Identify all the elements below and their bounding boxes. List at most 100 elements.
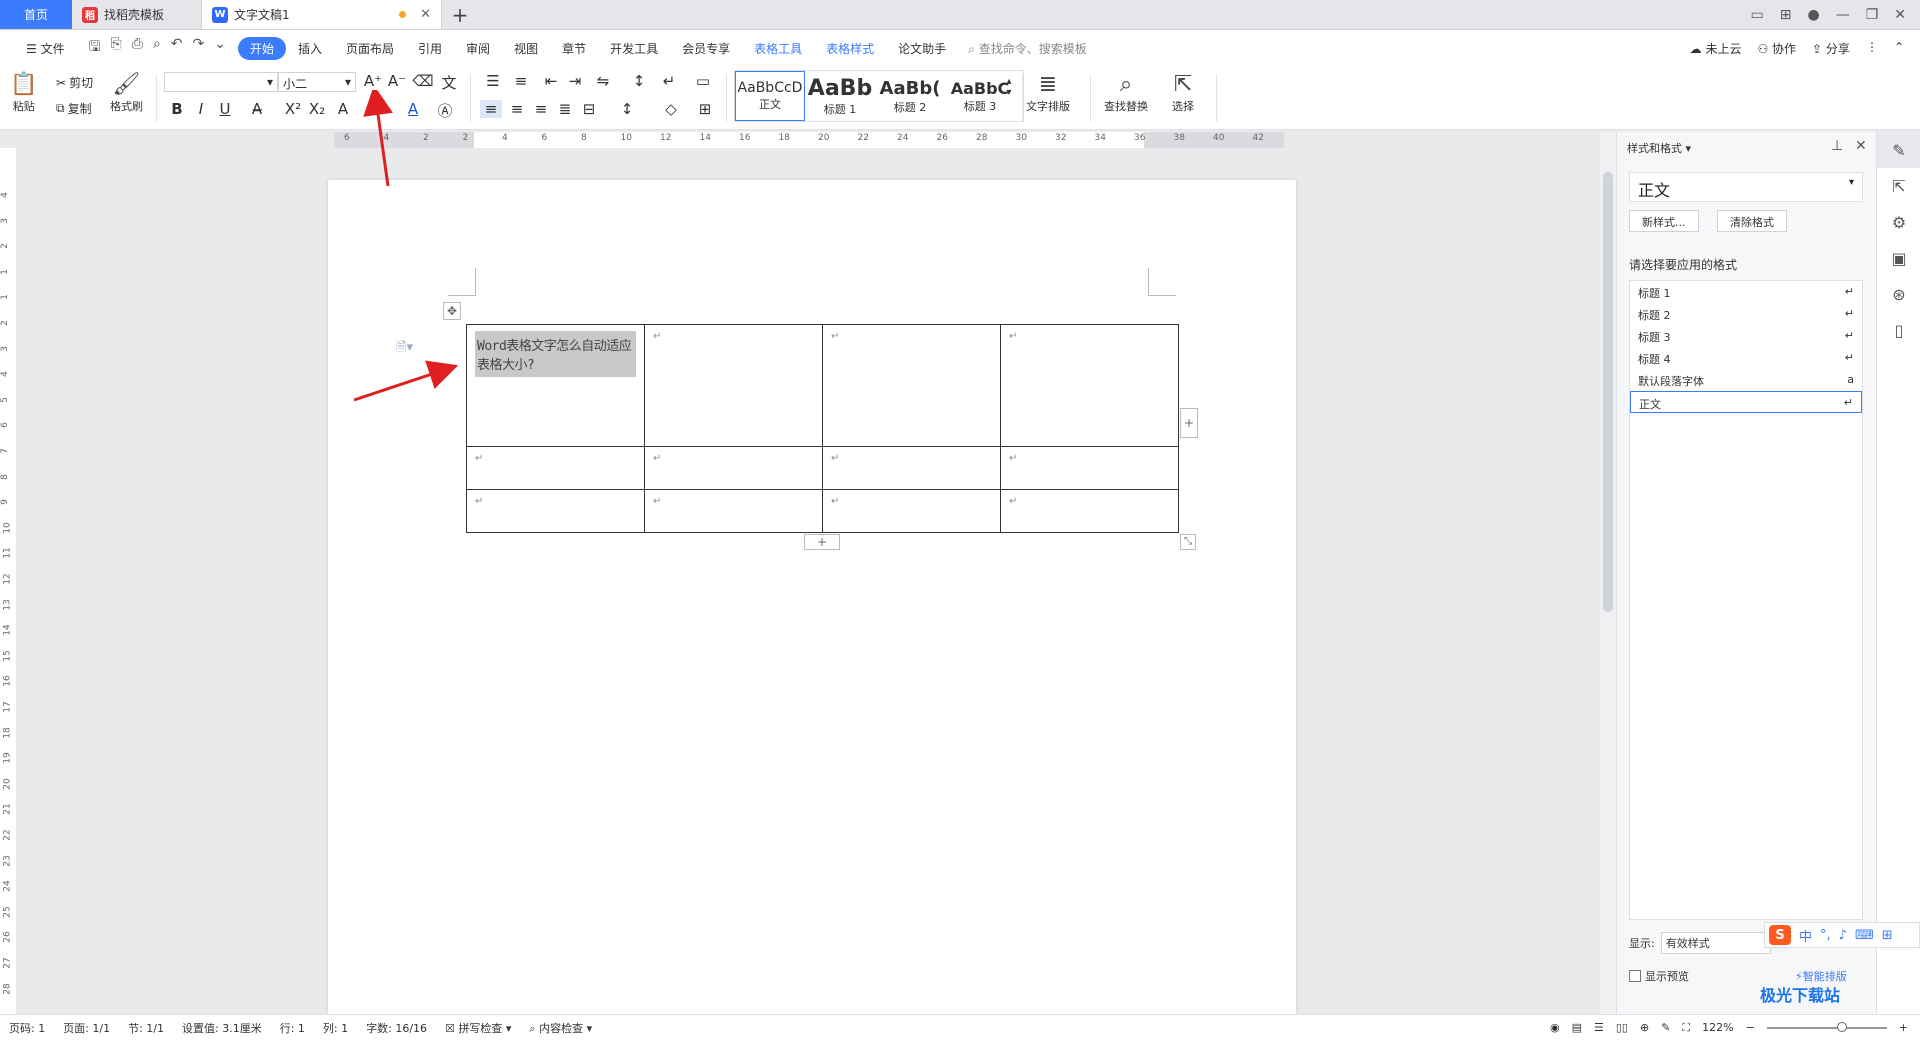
tab-home[interactable]: 首页: [0, 0, 72, 29]
apps-icon[interactable]: ⊞: [1882, 928, 1893, 943]
zoom-level[interactable]: 122%: [1702, 1021, 1733, 1034]
table-move-handle[interactable]: ✥: [443, 302, 461, 320]
pin-icon[interactable]: ⊥: [1831, 138, 1843, 154]
phonetic-icon[interactable]: 文: [438, 72, 460, 93]
shading-icon[interactable]: ◇: [660, 100, 682, 118]
page-view-icon[interactable]: ▤: [1572, 1021, 1582, 1034]
more-icon[interactable]: ⌄: [214, 36, 226, 60]
sort-icon[interactable]: ↕: [628, 72, 650, 90]
menu-references[interactable]: 引用: [406, 40, 454, 57]
list-item[interactable]: 标题 1 ↵: [1630, 281, 1862, 303]
status-page[interactable]: 页码: 1: [0, 1020, 54, 1036]
strikethrough-icon[interactable]: A̶: [246, 100, 268, 118]
fit-icon[interactable]: ⛶: [1682, 1021, 1690, 1035]
sliders-icon[interactable]: ⚙: [1877, 204, 1920, 240]
menu-start[interactable]: 开始: [237, 36, 286, 60]
underline-icon[interactable]: U: [214, 100, 236, 118]
add-row-button[interactable]: +: [804, 534, 840, 550]
book-icon[interactable]: ▯: [1877, 312, 1920, 348]
justify-icon[interactable]: ≣: [554, 100, 576, 118]
align-center-icon[interactable]: ≡: [506, 100, 528, 118]
bold-icon[interactable]: B: [166, 100, 188, 118]
menu-layout[interactable]: 页面布局: [334, 40, 406, 57]
undo-icon[interactable]: ↶: [171, 36, 183, 60]
italic-icon[interactable]: I: [190, 100, 212, 118]
read-view-icon[interactable]: ▯▯: [1616, 1021, 1628, 1034]
preview-icon[interactable]: ⌕: [153, 36, 161, 60]
text-effect-icon[interactable]: A: [332, 100, 354, 118]
paste-button[interactable]: 📋 粘贴: [10, 72, 37, 114]
punct-icon[interactable]: °,: [1820, 928, 1831, 943]
outdent-icon[interactable]: ⇤: [540, 72, 562, 90]
paragraph-menu-icon[interactable]: 🗎▾: [396, 338, 413, 360]
chinese-layout-icon[interactable]: ⇋: [592, 72, 614, 90]
vertical-ruler[interactable]: 4 3 2 1 1 2 3 4 5 6 7 8 9 10 11 12 13 14 15 16 17 18 19 20 21 22 2…: [0, 148, 16, 1014]
scroll-thumb[interactable]: [1603, 172, 1613, 612]
table-cell[interactable]: ↵: [644, 489, 823, 533]
layout-icon[interactable]: ▭: [1751, 7, 1764, 23]
copy-button[interactable]: ⧉ 复制: [56, 100, 92, 117]
more-menu-icon[interactable]: ⋮: [1866, 40, 1878, 57]
zoom-slider-knob[interactable]: [1836, 1021, 1847, 1032]
table-cell[interactable]: Word表格文字怎么自动适应表格大小?: [466, 324, 645, 447]
menu-table-tools[interactable]: 表格工具: [742, 40, 814, 57]
tab-template[interactable]: 稻 找稻壳模板: [72, 0, 202, 29]
align-right-icon[interactable]: ≡: [530, 100, 552, 118]
highlight-icon[interactable]: ✎: [372, 100, 394, 118]
align-left-icon[interactable]: ≡: [480, 100, 502, 118]
zoom-out-icon[interactable]: −: [1746, 1021, 1755, 1034]
nav-icon[interactable]: ⊛: [1877, 276, 1920, 312]
font-color-icon[interactable]: A: [402, 100, 424, 118]
grow-font-icon[interactable]: A⁺: [362, 72, 384, 90]
format-painter-button[interactable]: 🖌 格式刷: [110, 72, 143, 114]
keyboard-icon[interactable]: ⌨: [1855, 928, 1874, 943]
menu-insert[interactable]: 插入: [286, 40, 334, 57]
table-cell[interactable]: ↵: [466, 446, 645, 490]
table-cell[interactable]: ↵: [466, 489, 645, 533]
table-cell[interactable]: ↵: [644, 324, 823, 447]
distribute-icon[interactable]: ⊟: [578, 100, 600, 118]
redo-icon[interactable]: ↷: [193, 36, 205, 60]
menu-member[interactable]: 会员专享: [670, 40, 742, 57]
select-button[interactable]: ⇱ 选择: [1172, 72, 1194, 114]
web-view-icon[interactable]: ⊕: [1640, 1021, 1649, 1034]
horizontal-ruler[interactable]: 6 4 2 2 4 6 8 10 12 14 16 18 20 22 24 26 28 30 32 34 36 38 40 4…: [334, 132, 1284, 148]
preview-toggle[interactable]: 显示预览: [1629, 968, 1689, 984]
table-cell[interactable]: ↵: [822, 446, 1001, 490]
selected-cell-text[interactable]: Word表格文字怎么自动适应表格大小?: [475, 331, 636, 377]
new-tab-button[interactable]: +: [442, 0, 478, 29]
table-cell[interactable]: ↵: [1000, 324, 1179, 447]
export-icon[interactable]: ⎘: [111, 36, 122, 60]
indent-icon[interactable]: ⇥: [564, 72, 586, 90]
new-style-button[interactable]: 新样式...: [1629, 210, 1699, 232]
font-size-select[interactable]: 小二 ▾: [278, 72, 356, 92]
status-setting[interactable]: 设置值: 3.1厘米: [173, 1020, 271, 1036]
shrink-font-icon[interactable]: A⁻: [386, 72, 408, 90]
menu-dev[interactable]: 开发工具: [598, 40, 670, 57]
preview-checkbox[interactable]: [1629, 970, 1641, 982]
find-replace-button[interactable]: ⌕ 查找替换: [1104, 72, 1148, 114]
font-name-select[interactable]: ▾: [164, 72, 278, 92]
styles-pencil-icon[interactable]: ✎: [1877, 132, 1920, 168]
clear-format-icon[interactable]: ⌫: [412, 72, 434, 90]
menu-chapter[interactable]: 章节: [550, 40, 598, 57]
grid-icon[interactable]: ⊞: [1780, 7, 1792, 23]
outline-view-icon[interactable]: ☰: [1594, 1021, 1604, 1034]
close-window-icon[interactable]: ✕: [1894, 7, 1906, 23]
table-resize-handle[interactable]: ⤡: [1180, 534, 1196, 550]
spell-check-button[interactable]: ☒ 拼写检查 ▾: [436, 1020, 520, 1036]
superscript-icon[interactable]: X²: [282, 100, 304, 118]
select-pointer-icon[interactable]: ⇱: [1877, 168, 1920, 204]
menu-table-style[interactable]: 表格样式: [814, 40, 886, 57]
show-select[interactable]: 有效样式: [1660, 932, 1771, 954]
text-layout-button[interactable]: ≣ 文字排版: [1026, 72, 1070, 114]
mic-icon[interactable]: ♪: [1839, 928, 1847, 943]
current-style-select[interactable]: 正文 ▾: [1629, 172, 1863, 202]
clear-format-button[interactable]: 清除格式: [1717, 210, 1787, 232]
paragraph-mark-icon[interactable]: ↵: [658, 72, 680, 90]
print-icon[interactable]: ⎙: [132, 36, 143, 60]
zoom-in-icon[interactable]: +: [1899, 1021, 1908, 1034]
image-icon[interactable]: ▣: [1877, 240, 1920, 276]
avatar[interactable]: ●: [1807, 7, 1819, 23]
status-pages[interactable]: 页面: 1/1: [54, 1020, 119, 1036]
